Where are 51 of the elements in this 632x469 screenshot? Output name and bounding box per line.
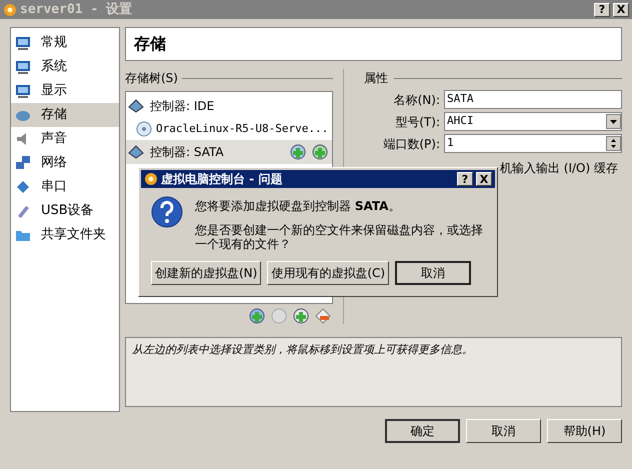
- dialog-question: 您是否要创建一个新的空文件来保留磁盘内容，或选择一个现有的文件？: [195, 223, 484, 251]
- model-dropdown[interactable]: AHCI: [444, 112, 622, 131]
- field-label: 端口数(P):: [382, 136, 440, 152]
- dialog-button[interactable]: 取消: [395, 261, 472, 285]
- add-attachment-icon[interactable]: [249, 308, 265, 324]
- footer-button[interactable]: 帮助(H): [547, 419, 622, 443]
- display-icon: [15, 83, 31, 99]
- sidebar-item[interactable]: 常规: [11, 31, 119, 55]
- close-button[interactable]: X: [476, 172, 492, 186]
- cd-icon: [136, 121, 152, 137]
- sidebar-item[interactable]: 串口: [11, 175, 119, 199]
- name-field[interactable]: SATA: [444, 90, 622, 109]
- sidebar-item[interactable]: 系统: [11, 55, 119, 79]
- tree-item[interactable]: 控制器: SATA: [126, 140, 332, 164]
- dialog-button[interactable]: 创建新的虚拟盘(N): [151, 261, 262, 285]
- field-label: 型号(T):: [394, 114, 440, 130]
- dialog-message: 您将要添加虚拟硬盘到控制器 SATA。: [195, 198, 402, 215]
- sidebar-item[interactable]: USB设备: [11, 199, 119, 223]
- page-title: 存储: [125, 27, 622, 61]
- monitor-icon: [15, 35, 31, 51]
- port-count-spinbox[interactable]: 1: [444, 134, 622, 153]
- sidebar-item[interactable]: 网络: [11, 151, 119, 175]
- add-controller-icon[interactable]: [293, 308, 309, 324]
- add-disk-icon[interactable]: [312, 144, 328, 160]
- tree-item[interactable]: OracleLinux-R5-U8-Serve...: [156, 120, 328, 138]
- sidebar-item[interactable]: 共享文件夹: [11, 223, 119, 247]
- sidebar-item[interactable]: 显示: [11, 79, 119, 103]
- dialog-title: 虚拟电脑控制台 - 问题: [161, 171, 282, 188]
- pen-icon: [15, 203, 31, 219]
- section-label: 存储树(S): [125, 70, 178, 87]
- option-label: 机输入输出 (I/O) 缓存: [500, 160, 618, 177]
- footer-button[interactable]: 确定: [385, 419, 460, 443]
- remove-controller-icon[interactable]: [315, 308, 331, 324]
- sidebar-item[interactable]: 存储: [11, 103, 119, 127]
- window-title: server01 - 设置: [20, 0, 132, 19]
- controller-icon: [128, 99, 144, 113]
- spin-arrows-icon: [606, 136, 621, 151]
- controller-icon: [128, 145, 144, 159]
- field-label: 名称(N):: [392, 92, 440, 108]
- tree-item[interactable]: 控制器: IDE: [126, 94, 332, 118]
- section-label: 属性: [363, 70, 388, 87]
- network-icon: [15, 155, 31, 171]
- close-button[interactable]: X: [613, 2, 629, 16]
- dialog-button[interactable]: 使用现有的虚拟盘(C): [267, 261, 390, 285]
- description-box: 从左边的列表中选择设置类别，将鼠标移到设置项上可获得更多信息。: [125, 337, 622, 407]
- help-button[interactable]: ?: [594, 2, 610, 16]
- question-icon: [151, 196, 183, 228]
- add-cd-icon[interactable]: [290, 144, 306, 160]
- sidebar-item[interactable]: 声音: [11, 127, 119, 151]
- help-button[interactable]: ?: [457, 172, 473, 186]
- footer-button[interactable]: 取消: [466, 419, 541, 443]
